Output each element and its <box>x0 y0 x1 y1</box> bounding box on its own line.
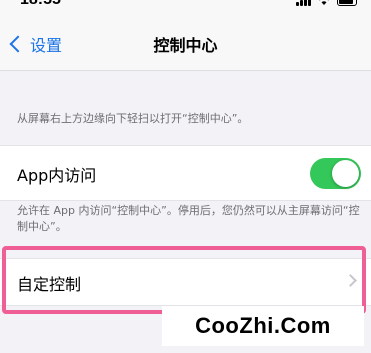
status-icons <box>296 0 357 6</box>
watermark: CooZhi.Com <box>162 306 364 346</box>
app-access-label: App内访问 <box>17 166 97 185</box>
wifi-icon <box>319 0 329 5</box>
app-access-toggle[interactable] <box>310 158 361 189</box>
swipe-hint-text: 从屏幕右上方边缘向下轻扫以打开“控制中心”。 <box>17 112 249 125</box>
status-time: 18:55 <box>20 0 61 9</box>
toggle-knob <box>332 160 359 187</box>
highlight-annotation <box>2 246 366 314</box>
page-title: 控制中心 <box>153 36 218 55</box>
battery-icon <box>337 0 357 6</box>
cellular-signal-icon <box>296 0 311 6</box>
navigation-bar: 设置 控制中心 <box>0 14 371 71</box>
status-bar: 18:55 <box>0 0 371 14</box>
app-access-row: App内访问 <box>0 145 371 201</box>
app-access-description: 允许在 App 内访问“控制中心”。停用后，您仍然可以从主屏幕访问“控制中心”。 <box>17 204 360 233</box>
